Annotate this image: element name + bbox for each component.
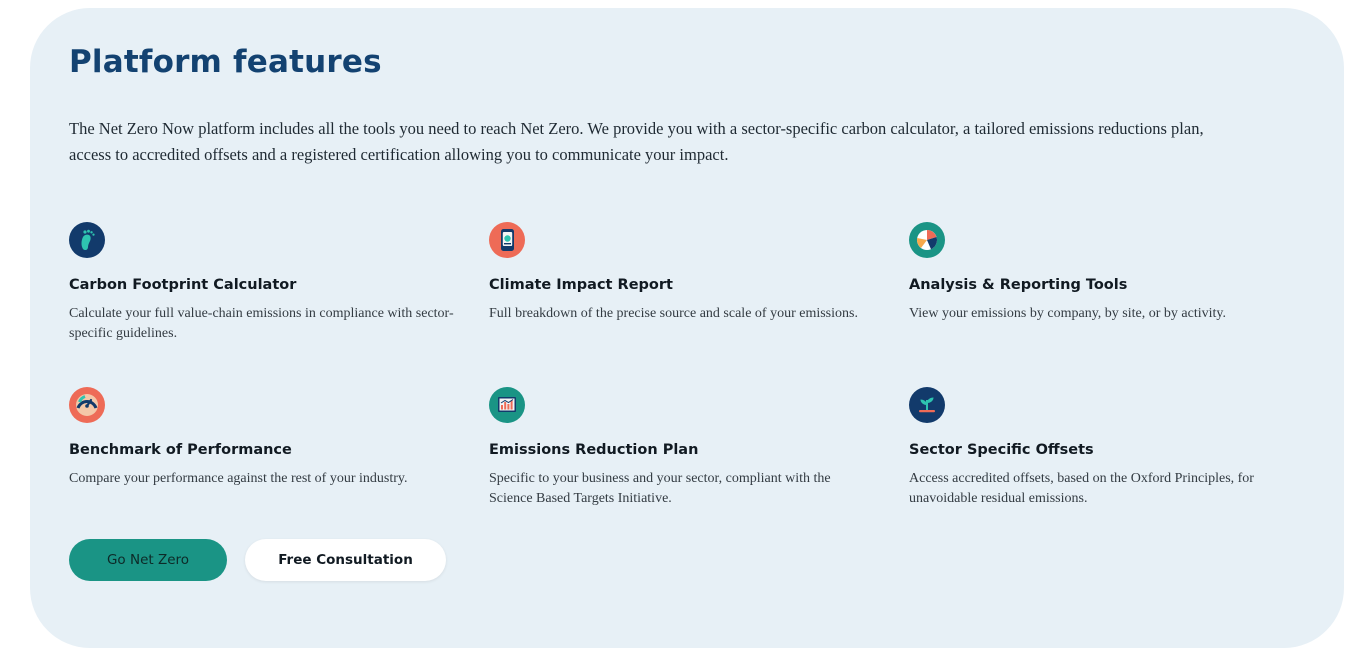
bar-chart-icon — [489, 387, 525, 423]
feature-description: View your emissions by company, by site,… — [909, 306, 1226, 321]
feature-title: Analysis & Reporting Tools — [909, 277, 1128, 293]
feature-title: Carbon Footprint Calculator — [69, 277, 297, 293]
feature-title: Benchmark of Performance — [69, 442, 292, 458]
feature-title: Sector Specific Offsets — [909, 442, 1094, 458]
sprout-icon — [909, 387, 945, 423]
feature-description: Compare your performance against the res… — [69, 471, 408, 486]
speedometer-icon — [69, 387, 105, 423]
phone-report-icon — [489, 222, 525, 258]
section-intro: The Net Zero Now platform includes all t… — [69, 119, 1204, 164]
feature-description: Full breakdown of the precise source and… — [489, 306, 858, 321]
section-title: Platform features — [69, 44, 382, 80]
feature-title: Emissions Reduction Plan — [489, 442, 699, 458]
footprint-icon — [69, 222, 105, 258]
feature-description: Specific to your business and your secto… — [489, 471, 831, 506]
feature-description: Access accredited offsets, based on the … — [909, 471, 1254, 506]
pie-chart-icon — [909, 222, 945, 258]
free-consultation-button[interactable]: Free Consultation — [245, 539, 446, 581]
feature-description: Calculate your full value-chain emission… — [69, 306, 454, 341]
go-net-zero-button[interactable]: Go Net Zero — [69, 539, 227, 581]
feature-title: Climate Impact Report — [489, 277, 673, 293]
